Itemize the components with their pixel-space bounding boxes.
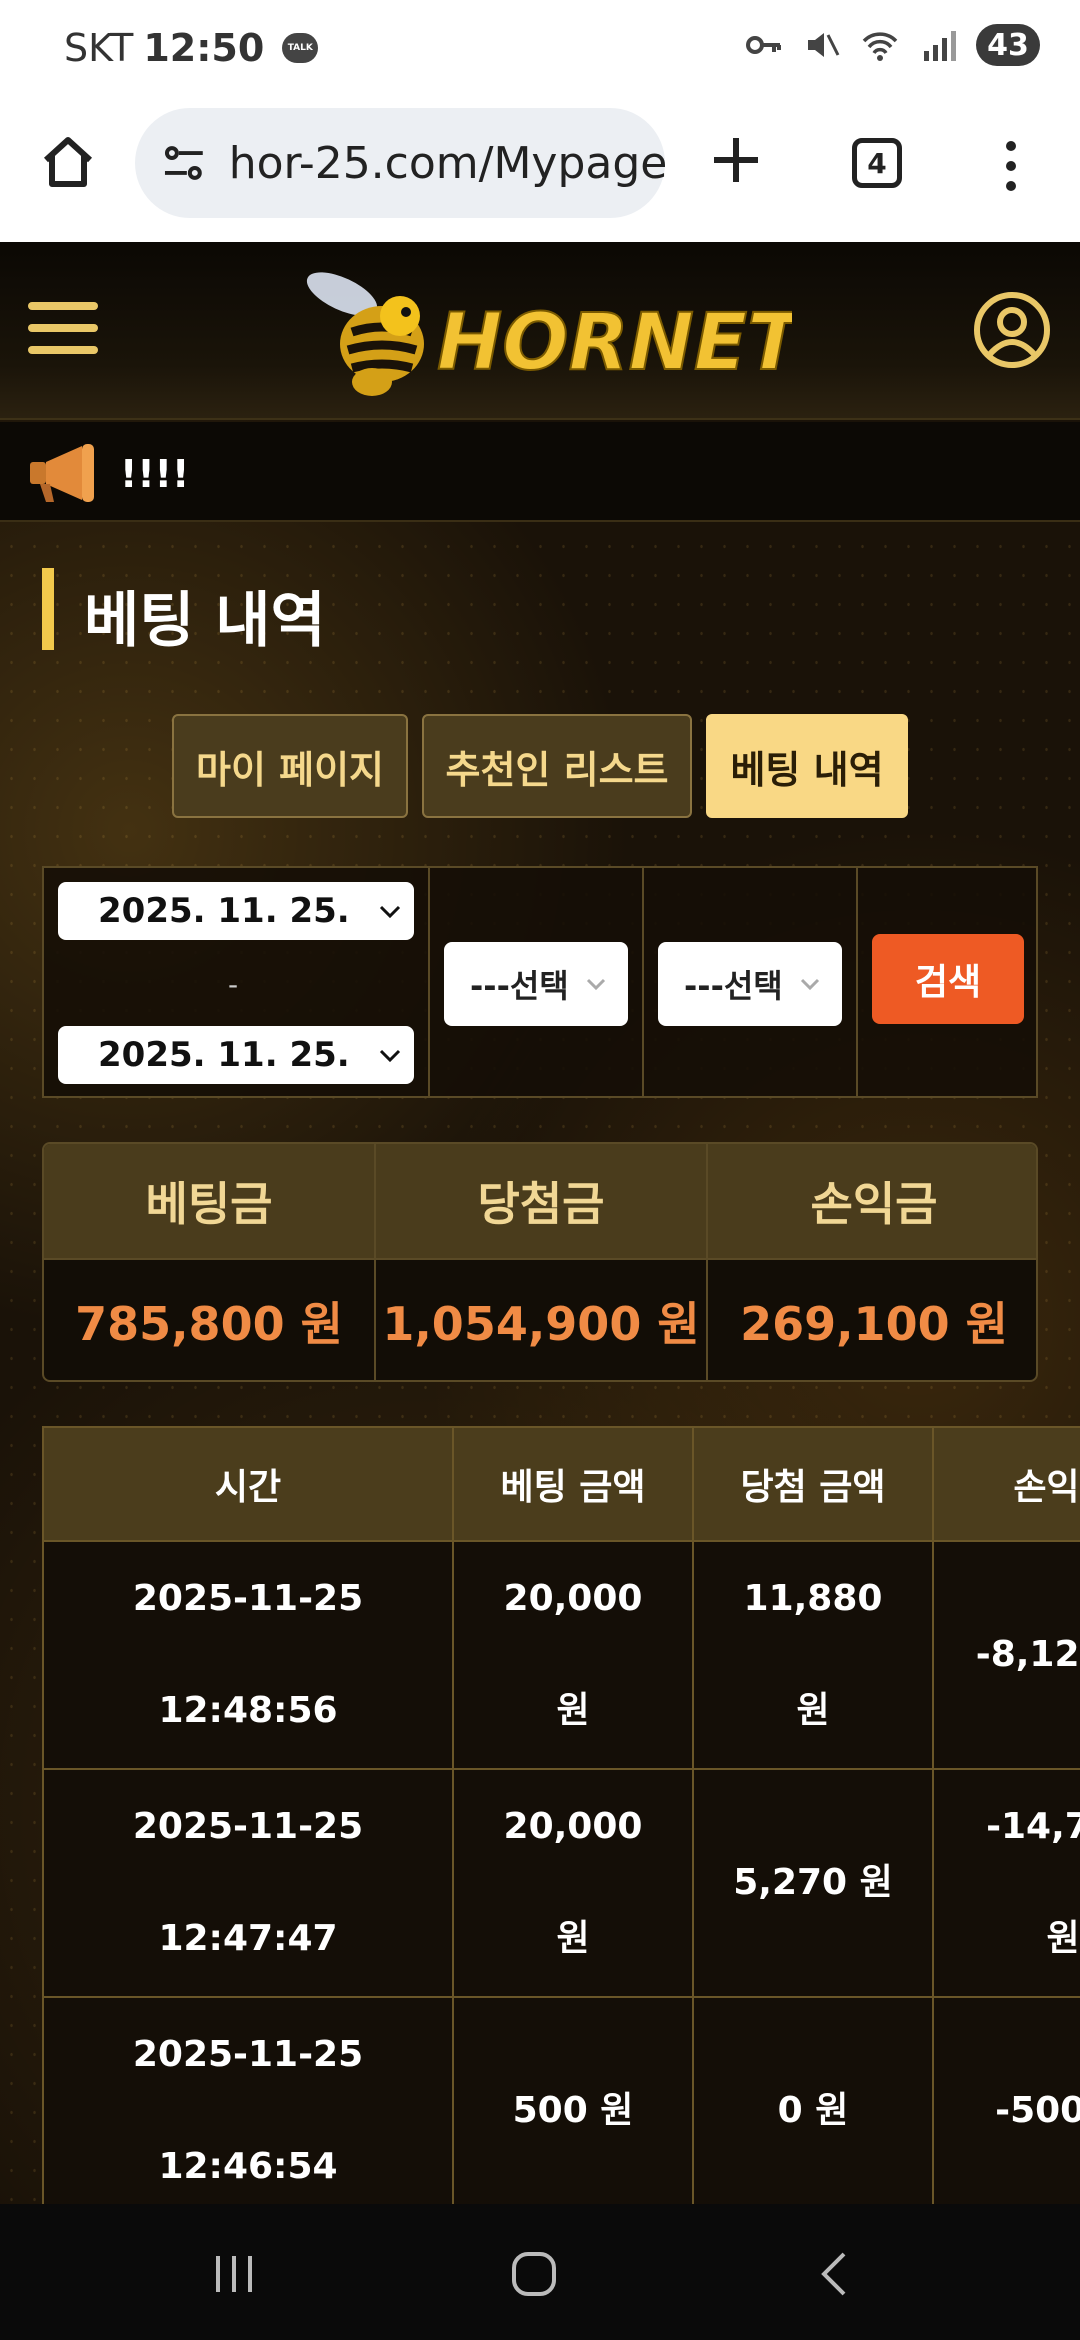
- home-icon[interactable]: [36, 130, 100, 194]
- key-icon: [746, 36, 781, 54]
- site-settings-icon[interactable]: [159, 138, 209, 188]
- filter-select-2[interactable]: ---선택: [658, 942, 842, 1026]
- summary-header-profit: 손익금: [708, 1144, 1036, 1258]
- tab-betting-history[interactable]: 베팅 내역: [706, 714, 908, 818]
- tab-referral-list[interactable]: 추천인 리스트: [422, 714, 692, 818]
- carrier-label: SKT: [64, 26, 134, 70]
- wifi-icon: [862, 32, 898, 61]
- table-row: 2025-11-25 12:47:47 20,000 원 5,270 원 -14,7…: [42, 1768, 1080, 1998]
- mute-icon: [808, 33, 840, 57]
- date-to-input[interactable]: 2025. 11. 25.: [58, 1026, 414, 1084]
- chevron-down-icon: [379, 1049, 401, 1063]
- notice-text: !!!!: [120, 452, 190, 496]
- summary-box: 베팅금 당첨금 손익금 785,800 원 1,054,900 원 269,10…: [42, 1142, 1038, 1382]
- tab-mypage[interactable]: 마이 페이지: [172, 714, 408, 818]
- page-title: 베팅 내역: [84, 586, 326, 656]
- svg-text:HORNET: HORNET: [437, 298, 792, 388]
- betting-table-scroll[interactable]: 시간 베팅 금액 당첨 금액 손익금 2025-11-2512:48:56 20…: [42, 1426, 1080, 2204]
- cell-win: 11,880 원: [692, 1540, 934, 1770]
- summary-header-bet: 베팅금: [44, 1144, 374, 1258]
- summary-divider: [374, 1144, 376, 1380]
- cell-time: 2025-11-25 12:48:56: [42, 1540, 454, 1770]
- search-button[interactable]: 검색: [872, 934, 1024, 1024]
- column-header-bet-amount: 베팅 금액: [452, 1426, 694, 1542]
- select-1-value: ---선택: [470, 967, 569, 1005]
- date-from-value: 2025. 11. 25.: [98, 891, 350, 931]
- user-account-icon[interactable]: [972, 290, 1052, 370]
- filter-panel: 2025. 11. 25. - 2025. 11. 25. ---선택 ---선…: [42, 866, 1038, 1098]
- filter-select-1[interactable]: ---선택: [444, 942, 628, 1026]
- site-header: HORNET: [0, 242, 1080, 420]
- date-range-separator: -: [228, 968, 239, 1001]
- title-accent: [42, 568, 54, 650]
- cell-win: 5,270 원: [692, 1768, 934, 1998]
- megaphone-icon: [30, 444, 94, 502]
- date-from-input[interactable]: 2025. 11. 25.: [58, 882, 414, 940]
- url-text: hor-25.com/Mypage: [228, 137, 665, 189]
- cell-bet: 20,000 원: [452, 1540, 694, 1770]
- site-content: HORNET !!!! 베팅 내역 마이 페이지 추천인 리스트 베팅 내역 2…: [0, 242, 1080, 2204]
- hornet-logo[interactable]: HORNET: [282, 254, 792, 414]
- column-header-time: 시간: [42, 1426, 454, 1542]
- summary-value-win: 1,054,900 원: [376, 1258, 706, 1380]
- cell-time: 2025-11-25 12:46:54: [42, 1996, 454, 2204]
- status-right: 43: [744, 24, 1040, 66]
- filter-divider: [428, 868, 430, 1096]
- cell-bet: 500 원: [452, 1996, 694, 2204]
- select-2-value: ---선택: [684, 967, 783, 1005]
- date-to-value: 2025. 11. 25.: [98, 1035, 350, 1075]
- recent-apps-icon[interactable]: [206, 2246, 262, 2302]
- clock: 12:50: [143, 26, 265, 70]
- home-button-icon[interactable]: [506, 2246, 562, 2302]
- table-header-row: 시간 베팅 금액 당첨 금액 손익금: [42, 1426, 1080, 1542]
- address-bar[interactable]: hor-25.com/Mypage: [135, 108, 665, 218]
- column-header-win-amount: 당첨 금액: [692, 1426, 934, 1542]
- notice-bar: !!!!: [0, 422, 1080, 522]
- cell-time: 2025-11-25 12:47:47: [42, 1768, 454, 1998]
- more-options-icon[interactable]: [996, 136, 1026, 196]
- back-icon[interactable]: [808, 2246, 864, 2302]
- browser-toolbar: hor-25.com/Mypage 4: [0, 100, 1080, 242]
- battery-indicator: 43: [976, 24, 1040, 66]
- filter-divider: [642, 868, 644, 1096]
- table-row: 2025-11-2512:46:54 500 원 0 원 -500 원: [42, 1996, 1080, 2204]
- betting-history-table: 시간 베팅 금액 당첨 금액 손익금 2025-11-2512:48:56 20…: [42, 1426, 1080, 2204]
- cell-profit: -8,120 원: [932, 1540, 1080, 1770]
- tab-switcher-button[interactable]: 4: [852, 138, 902, 188]
- menu-icon[interactable]: [28, 302, 98, 362]
- summary-value-bet: 785,800 원: [44, 1258, 374, 1380]
- system-navigation-bar: [0, 2204, 1080, 2340]
- summary-header-win: 당첨금: [376, 1144, 706, 1258]
- new-tab-icon[interactable]: [706, 130, 766, 190]
- kakaotalk-notification-icon: TALK: [282, 33, 319, 63]
- chevron-down-icon: [800, 978, 820, 991]
- summary-value-profit: 269,100 원: [708, 1258, 1036, 1380]
- cell-profit: -14,730원: [932, 1768, 1080, 1998]
- cell-profit: -500 원: [932, 1996, 1080, 2204]
- chevron-down-icon: [379, 905, 401, 919]
- filter-divider: [856, 868, 858, 1096]
- status-left: SKT 12:50 TALK: [64, 26, 319, 70]
- cell-win: 0 원: [692, 1996, 934, 2204]
- signal-icon: [924, 31, 956, 61]
- table-row: 2025-11-25 12:48:56 20,000 원 11,880 원 -8,12…: [42, 1540, 1080, 1770]
- cell-bet: 20,000 원: [452, 1768, 694, 1998]
- status-bar: SKT 12:50 TALK 43: [0, 0, 1080, 100]
- summary-divider: [706, 1144, 708, 1380]
- chevron-down-icon: [586, 978, 606, 991]
- column-header-profit: 손익금: [932, 1426, 1080, 1542]
